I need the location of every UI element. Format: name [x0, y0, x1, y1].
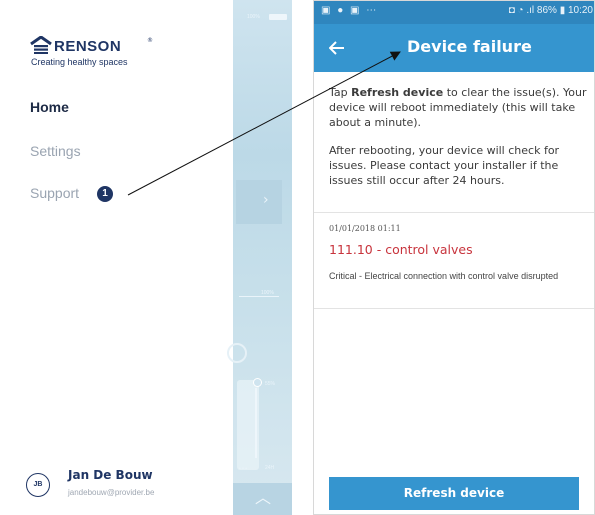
- peek-divider: [239, 296, 279, 297]
- chevron-up-icon: ︿: [255, 488, 272, 507]
- battery-icon: [269, 14, 287, 20]
- menu-item-settings[interactable]: Settings: [30, 143, 81, 159]
- peek-slider-track: [255, 388, 257, 458]
- peek-level-high: 100%: [261, 290, 274, 296]
- menu-item-home[interactable]: Home: [30, 99, 69, 115]
- refresh-device-button[interactable]: Refresh device: [329, 477, 579, 510]
- peek-level-mid: 55%: [265, 381, 276, 387]
- instructions-paragraph-2: After rebooting, your device will check …: [329, 144, 560, 187]
- peek-slider-knob: [253, 378, 262, 387]
- support-notification-badge: 1: [97, 186, 113, 202]
- peek-dots: • • •: [239, 466, 248, 472]
- status-notification-icons: ▣ ● ▣ ⋯: [321, 5, 379, 16]
- instructions-paragraph-1: Tap Refresh device to clear the issue(s)…: [329, 86, 587, 129]
- status-bar: ▣ ● ▣ ⋯ ◘ ◔ .ıl 86% ▮ 10:20: [313, 0, 595, 24]
- app-bar: Device failure: [313, 24, 595, 72]
- chevron-right-icon: ›: [263, 192, 269, 208]
- refresh-device-emphasis: Refresh device: [351, 86, 444, 99]
- avatar[interactable]: JB: [26, 473, 50, 497]
- logo-brand: RENSON: [54, 38, 122, 55]
- divider: [313, 308, 595, 309]
- issue-timestamp: 01/01/2018 01:11: [329, 224, 401, 233]
- battery-percent: 100%: [247, 14, 260, 20]
- right-phone-screen: ▣ ● ▣ ⋯ ◘ ◔ .ıl 86% ▮ 10:20 Device failu…: [313, 0, 595, 515]
- issue-description: Critical - Electrical connection with co…: [329, 271, 559, 281]
- status-system-info: ◘ ◔ .ıl 86% ▮ 10:20: [508, 5, 593, 16]
- user-email: jandebouw@provider.be: [68, 488, 155, 497]
- peek-level-time: 24H: [265, 465, 275, 471]
- peek-arrow-box: [236, 180, 282, 224]
- renson-logo: RENSON ® Creating healthy spaces: [30, 36, 170, 80]
- logo-registered: ®: [147, 37, 153, 44]
- instructions: Tap Refresh device to clear the issue(s)…: [329, 85, 591, 201]
- issue-title: 111.10 - control valves: [329, 242, 473, 257]
- menu-item-support[interactable]: Support: [30, 185, 79, 201]
- logo-tagline: Creating healthy spaces: [31, 57, 128, 67]
- background-screen-peek: 100% › 100% 55% • • • 24H ︿: [227, 0, 292, 515]
- user-name: Jan De Bouw: [68, 468, 153, 482]
- screen-title: Device failure: [407, 37, 532, 56]
- back-arrow-icon[interactable]: [323, 34, 351, 62]
- left-phone-screen: 100% › 100% 55% • • • 24H ︿ RENSON ® Cre…: [0, 0, 292, 515]
- peek-circle-icon: [227, 343, 247, 363]
- house-icon: [30, 36, 52, 54]
- divider: [313, 212, 595, 213]
